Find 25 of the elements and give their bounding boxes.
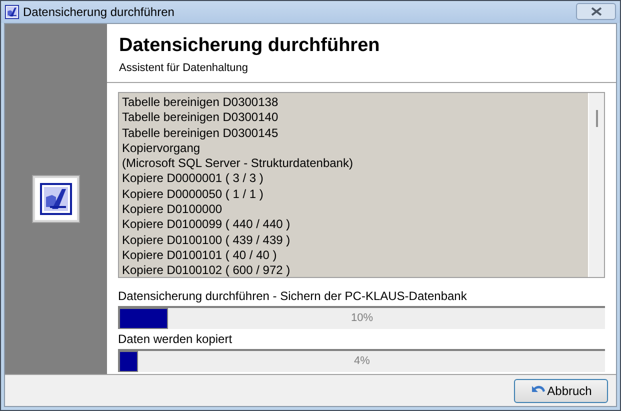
log-line: Kopiere D0100000 [122,202,224,218]
scrollbar[interactable] [588,93,604,277]
pen-document-icon [5,4,19,19]
log-line: Tabelle bereinigen D0300138 [122,95,280,110]
close-icon [590,7,602,16]
pen-document-icon [40,182,72,215]
page-title: Datensicherung durchführen [119,34,381,58]
page-subtitle: Assistent für Datenhaltung [119,60,250,76]
log-line: Kopiere D0000050 ( 1 / 1 ) [122,186,264,202]
window-title: Datensicherung durchführen [23,4,174,21]
cancel-button[interactable]: Abbruch [514,378,608,402]
progress-percent: 4% [353,354,371,370]
log-line: Kopiervorgang [122,140,202,156]
progress-label: Datensicherung durchführen - Sichern der PC-KLAUS-Datenbank [118,288,468,304]
close-button[interactable] [576,3,616,20]
log-line: Kopiere D0000001 ( 3 / 3 ) [122,171,264,187]
log-line: (Microsoft SQL Server - Strukturdatenbank) [122,156,354,172]
progress-percent: 10% [350,311,374,326]
log-line: Kopiere D0100100 ( 439 / 439 ) [122,232,292,248]
log-line: Kopiere D0100101 ( 40 / 40 ) [122,248,278,264]
log-line: Tabelle bereinigen D0300140 [122,110,280,126]
log-line: Kopiere D0100102 ( 600 / 972 ) [122,263,292,277]
progress-label: Daten werden kopiert [118,331,234,347]
log-line: Kopiere D0100099 ( 440 / 440 ) [122,217,292,233]
log-line: Tabelle bereinigen D0300145 [122,126,280,141]
